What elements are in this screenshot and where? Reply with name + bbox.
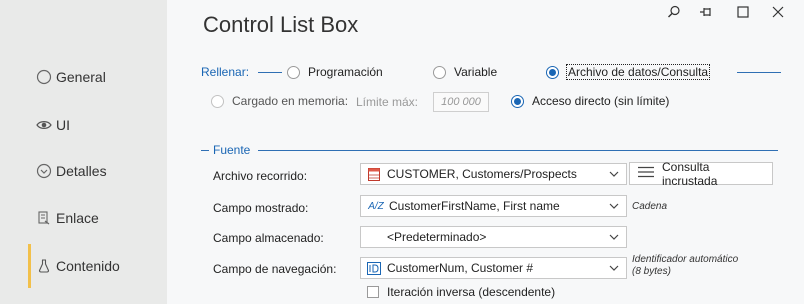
checkbox-label: Iteración inversa (descendente) bbox=[387, 285, 556, 299]
displayed-field-select[interactable]: A/Z CustomerFirstName, First name bbox=[360, 195, 627, 217]
select-value: CustomerNum, Customer # bbox=[387, 261, 534, 275]
maximize-icon[interactable] bbox=[733, 2, 753, 22]
page-title: Control List Box bbox=[203, 12, 359, 37]
button-label: Consulta incrustada bbox=[662, 159, 718, 188]
field-label: Archivo recorrido: bbox=[213, 169, 308, 183]
chevron-circle-icon bbox=[36, 163, 52, 179]
id-icon bbox=[367, 261, 381, 275]
checkbox-box bbox=[367, 286, 379, 298]
source-divider-left bbox=[201, 150, 209, 151]
load-option-memoria[interactable]: Cargado en memoria: bbox=[211, 94, 348, 108]
radio-button-checked bbox=[511, 94, 524, 108]
fill-label: Rellenar: bbox=[201, 65, 250, 79]
source-section-label: Fuente bbox=[213, 143, 251, 157]
radio-label: Archivo de datos/Consulta bbox=[565, 64, 711, 80]
main-panel: Control List Box Rellenar: Programación … bbox=[167, 0, 804, 304]
radio-label: Programación bbox=[308, 65, 383, 79]
select-value: CustomerFirstName, First name bbox=[389, 199, 560, 213]
close-icon[interactable] bbox=[768, 2, 788, 22]
max-limit-input[interactable]: 100 000 bbox=[433, 92, 489, 112]
fill-option-variable[interactable]: Variable bbox=[433, 65, 497, 79]
active-indicator bbox=[28, 244, 31, 288]
sidebar-item-general[interactable]: General bbox=[36, 69, 106, 85]
navigation-field-type: Identificador automático (8 bytes) bbox=[632, 254, 738, 278]
fill-divider-right bbox=[737, 72, 781, 73]
radio-label: Cargado en memoria: bbox=[232, 94, 349, 108]
stored-field-select[interactable]: <Predeterminado> bbox=[360, 226, 627, 248]
chevron-down-icon bbox=[608, 231, 620, 243]
search-icon[interactable] bbox=[664, 2, 684, 22]
menu-icon bbox=[638, 166, 654, 181]
fill-option-archivo[interactable]: Archivo de datos/Consulta bbox=[546, 64, 711, 80]
sidebar-item-contenido[interactable]: Contenido bbox=[36, 258, 120, 274]
link-doc-icon bbox=[36, 210, 52, 226]
reverse-iteration-checkbox[interactable]: Iteración inversa (descendente) bbox=[367, 285, 555, 299]
sidebar: General UI Detalles Enlace Contenido bbox=[0, 0, 167, 304]
browsed-file-select[interactable]: CUSTOMER, Customers/Prospects bbox=[360, 163, 627, 185]
radio-button bbox=[433, 65, 446, 79]
load-option-directo[interactable]: Acceso directo (sin límite) bbox=[511, 94, 669, 108]
navigation-field-select[interactable]: CustomerNum, Customer # bbox=[360, 257, 627, 279]
max-limit-label: Límite máx: bbox=[356, 95, 419, 109]
navigation-field-type-line2: (8 bytes) bbox=[632, 266, 671, 277]
radio-button-checked bbox=[546, 65, 559, 79]
field-label: Campo almacenado: bbox=[213, 231, 324, 245]
sidebar-item-detalles[interactable]: Detalles bbox=[36, 163, 107, 179]
field-label: Campo mostrado: bbox=[213, 201, 309, 215]
radio-circle-icon bbox=[36, 69, 52, 85]
pin-icon[interactable] bbox=[697, 2, 717, 22]
chevron-down-icon bbox=[608, 262, 620, 274]
source-divider-right bbox=[258, 150, 778, 151]
embedded-query-button[interactable]: Consulta incrustada bbox=[629, 159, 773, 188]
radio-label: Variable bbox=[454, 65, 498, 79]
radio-button bbox=[287, 65, 300, 79]
flask-icon bbox=[36, 258, 52, 274]
az-icon: A/Z bbox=[368, 200, 384, 212]
navigation-field-type-line1: Identificador automático bbox=[632, 254, 739, 265]
displayed-field-type: Cadena bbox=[632, 201, 668, 212]
sidebar-item-enlace[interactable]: Enlace bbox=[36, 210, 99, 226]
chevron-down-icon bbox=[608, 200, 620, 212]
sidebar-item-label: Detalles bbox=[56, 163, 107, 179]
field-label: Campo de navegación: bbox=[213, 262, 337, 276]
select-value: CUSTOMER, Customers/Prospects bbox=[387, 167, 577, 181]
select-value: <Predeterminado> bbox=[387, 230, 487, 244]
fill-divider-left bbox=[258, 72, 282, 73]
sidebar-item-ui[interactable]: UI bbox=[36, 117, 70, 133]
radio-label: Acceso directo (sin límite) bbox=[532, 94, 670, 108]
fill-option-programacion[interactable]: Programación bbox=[287, 65, 383, 79]
sidebar-item-label: Enlace bbox=[56, 210, 99, 226]
sidebar-item-label: General bbox=[56, 69, 106, 85]
radio-button bbox=[211, 94, 224, 108]
sidebar-item-label: Contenido bbox=[56, 258, 120, 274]
eye-icon bbox=[36, 117, 52, 133]
table-icon bbox=[367, 167, 381, 181]
chevron-down-icon bbox=[608, 168, 620, 180]
sidebar-item-label: UI bbox=[56, 117, 70, 133]
